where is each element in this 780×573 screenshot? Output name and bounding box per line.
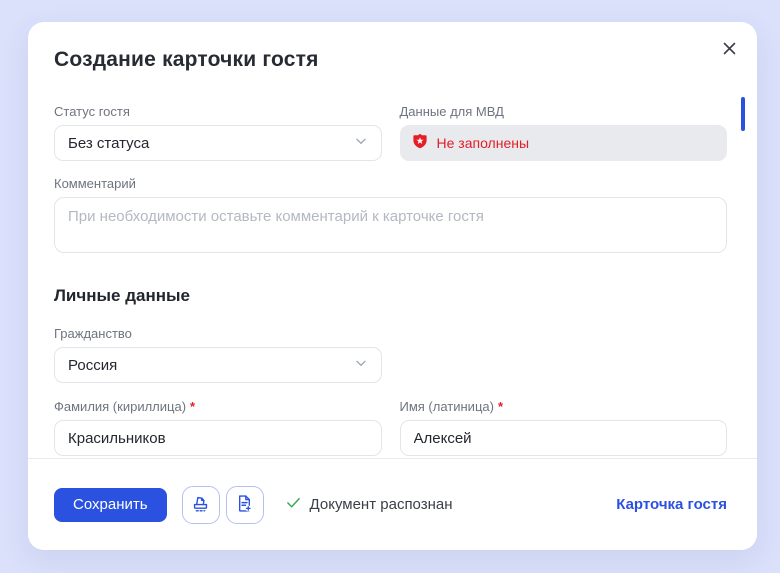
- last-name-input[interactable]: [54, 420, 382, 456]
- required-asterisk: *: [190, 399, 195, 414]
- comment-label: Комментарий: [54, 176, 727, 191]
- required-asterisk: *: [498, 399, 503, 414]
- comment-field: Комментарий: [54, 176, 727, 258]
- citizenship-select[interactable]: Россия: [54, 347, 382, 383]
- modal-body: Создание карточки гостя Статус гостя Без…: [28, 22, 757, 458]
- citizenship-value: Россия: [68, 357, 117, 374]
- chevron-down-icon: [353, 355, 369, 376]
- mvd-data-field: Данные для МВД Не заполнены: [400, 104, 728, 161]
- citizenship-label: Гражданство: [54, 326, 382, 341]
- mvd-badge-text: Не заполнены: [437, 135, 530, 151]
- add-document-icon: [234, 493, 255, 517]
- check-icon: [285, 494, 302, 516]
- close-button[interactable]: [717, 38, 741, 62]
- guest-card-create-modal: Создание карточки гостя Статус гостя Без…: [28, 22, 757, 550]
- last-name-field: Фамилия (кириллица) *: [54, 399, 382, 456]
- print-icon: [190, 493, 211, 517]
- first-name-label: Имя (латиница) *: [400, 399, 728, 414]
- mvd-data-label: Данные для МВД: [400, 104, 728, 119]
- mvd-status-badge[interactable]: Не заполнены: [400, 125, 728, 161]
- document-status-text: Документ распознан: [310, 496, 453, 513]
- last-name-label-text: Фамилия (кириллица): [54, 399, 186, 414]
- guest-status-field: Статус гостя Без статуса: [54, 104, 382, 161]
- modal-title: Создание карточки гостя: [54, 48, 727, 72]
- print-button[interactable]: [182, 486, 220, 524]
- save-button[interactable]: Сохранить: [54, 488, 167, 522]
- name-fields-row: Фамилия (кириллица) * Имя (латиница) *: [54, 399, 727, 456]
- chevron-down-icon: [353, 133, 369, 154]
- guest-card-link[interactable]: Карточка гостя: [616, 496, 727, 513]
- first-name-field: Имя (латиница) *: [400, 399, 728, 456]
- guest-status-label: Статус гостя: [54, 104, 382, 119]
- first-name-label-text: Имя (латиница): [400, 399, 494, 414]
- close-icon: [722, 41, 737, 59]
- citizenship-field: Гражданство Россия: [54, 326, 382, 383]
- modal-footer: Сохранить: [28, 458, 757, 550]
- scan-document-button[interactable]: [226, 486, 264, 524]
- first-name-input[interactable]: [400, 420, 728, 456]
- scrollbar-thumb[interactable]: [741, 97, 745, 131]
- last-name-label: Фамилия (кириллица) *: [54, 399, 382, 414]
- status-mvd-row: Статус гостя Без статуса Данные для МВД: [54, 104, 727, 161]
- comment-input[interactable]: [54, 197, 727, 253]
- guest-status-value: Без статуса: [68, 135, 149, 152]
- document-recognized-status: Документ распознан: [285, 494, 453, 516]
- guest-status-select[interactable]: Без статуса: [54, 125, 382, 161]
- personal-data-heading: Личные данные: [54, 286, 727, 306]
- police-badge-icon: [412, 133, 428, 154]
